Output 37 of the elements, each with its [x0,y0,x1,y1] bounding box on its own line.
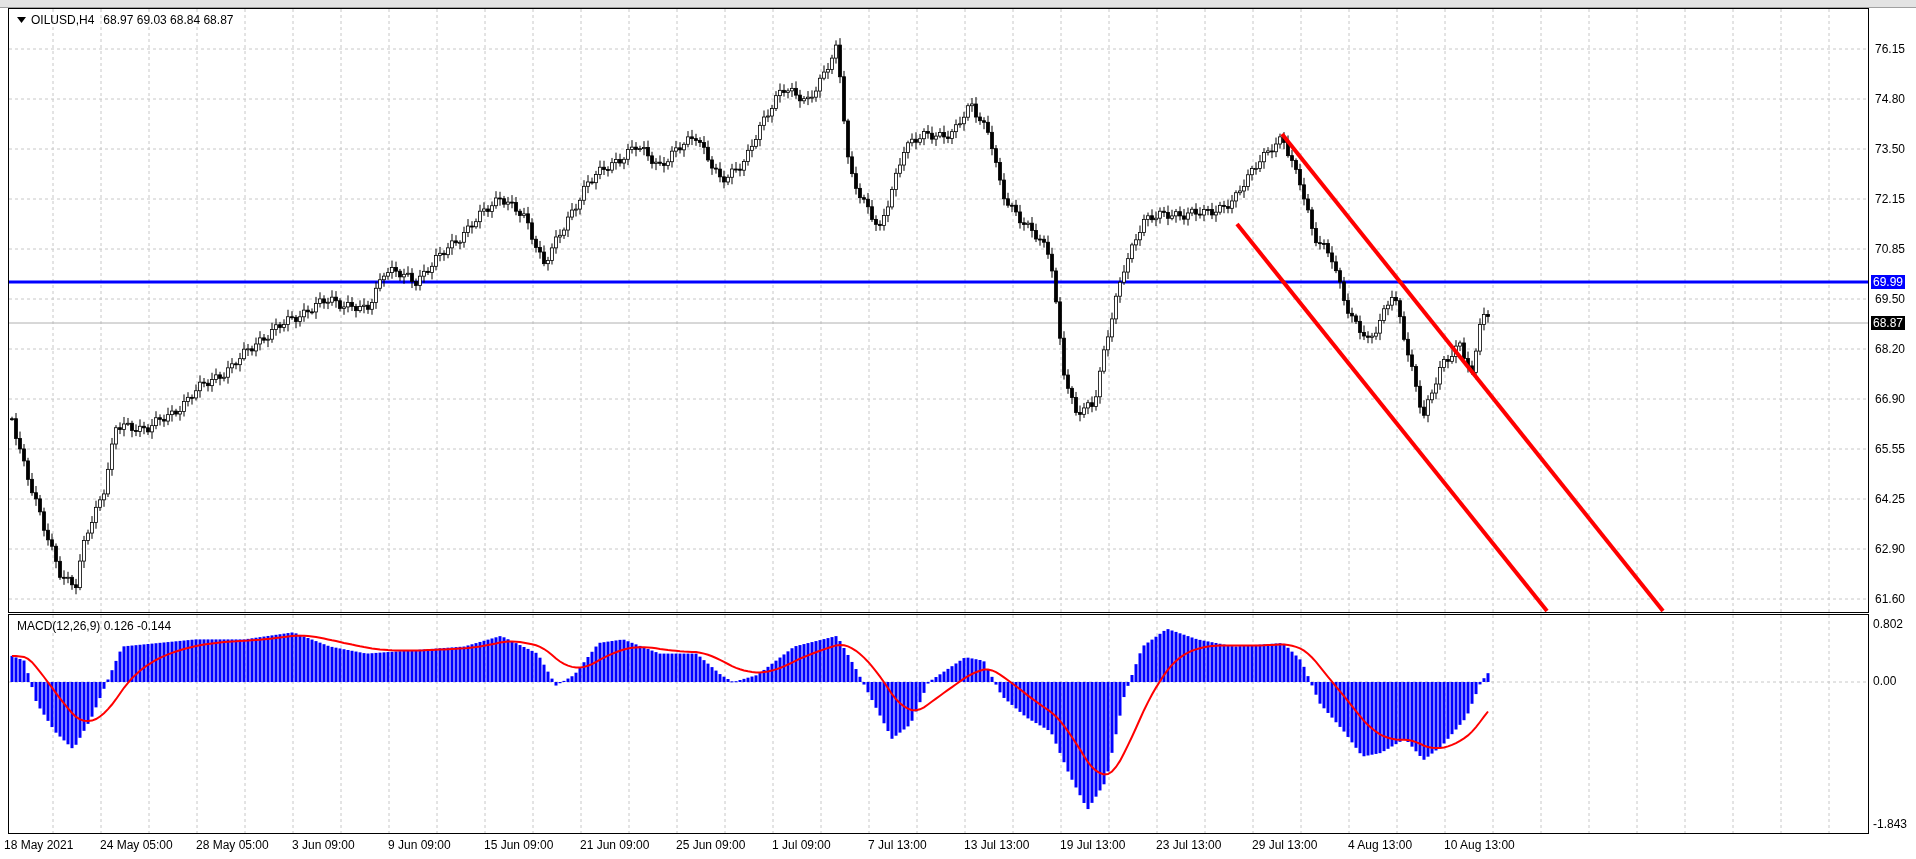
ohlc-values: 68.97 69.03 68.84 68.87 [103,12,234,29]
dropdown-triangle-icon[interactable] [17,17,26,23]
time-axis-label: 25 Jun 09:00 [676,838,746,852]
macd-axis-label: 0.00 [1873,674,1897,688]
time-axis-label: 28 May 05:00 [196,838,269,852]
price-axis-label: 62.90 [1875,542,1906,556]
time-axis-label: 19 Jul 13:00 [1060,838,1126,852]
price-axis-label: 64.25 [1875,492,1906,506]
price-axis-label: 61.60 [1875,592,1906,606]
price-axis-label: 69.50 [1875,292,1906,306]
time-axis-label: 1 Jul 09:00 [772,838,831,852]
time-axis-label: 4 Aug 13:00 [1348,838,1413,852]
current-price-tag: 68.87 [1871,316,1906,330]
price-axis-label: 76.15 [1875,42,1906,56]
time-axis-label: 21 Jun 09:00 [580,838,650,852]
time-axis-label: 7 Jul 13:00 [868,838,927,852]
symbol-label: OILUSD,H4 [31,12,95,29]
time-axis-label: 29 Jul 13:00 [1252,838,1318,852]
macd-axis-label: 0.802 [1873,617,1904,631]
time-axis-label: 10 Aug 13:00 [1444,838,1515,852]
time-axis-label: 24 May 05:00 [100,838,173,852]
time-axis-label: 18 May 2021 [4,838,74,852]
time-axis-label: 15 Jun 09:00 [484,838,554,852]
price-axis-label: 72.15 [1875,192,1906,206]
time-axis-label: 3 Jun 09:00 [292,838,355,852]
price-axis-label: 74.80 [1875,92,1906,106]
price-axis-label: 70.85 [1875,242,1906,256]
macd-axis-label: -1.843 [1873,817,1908,831]
price-axis-label: 66.90 [1875,392,1906,406]
macd-title: MACD(12,26,9) 0.126 -0.144 [17,618,172,635]
time-axis-label: 9 Jun 09:00 [388,838,451,852]
price-axis-label: 65.55 [1875,442,1906,456]
time-axis-label: 23 Jul 13:00 [1156,838,1222,852]
price-axis-label: 73.50 [1875,142,1906,156]
time-axis-label: 13 Jul 13:00 [964,838,1030,852]
price-axis-label: 68.20 [1875,342,1906,356]
level-price-tag: 69.99 [1871,275,1906,289]
